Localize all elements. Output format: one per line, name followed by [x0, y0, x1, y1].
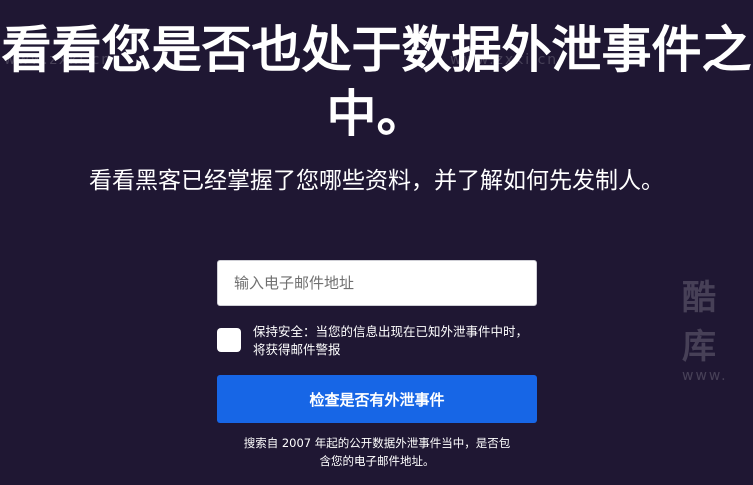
page-title: 看看您是否也处于数据外泄事件之中。: [1, 21, 752, 143]
alert-opt-in: 保持安全：当您的信息出现在已知外泄事件中时，将获得邮件警报: [217, 323, 537, 359]
watermark-text: www.: [682, 368, 728, 384]
alert-checkbox[interactable]: [217, 328, 241, 352]
breach-check-page: www.zxki.cn www.zxki.cn 酷库Blog 酷库 www. 看…: [0, 0, 753, 485]
watermark: 酷库 www.: [682, 270, 753, 384]
alert-checkbox-label[interactable]: 保持安全：当您的信息出现在已知外泄事件中时，将获得邮件警报: [253, 323, 537, 359]
email-input[interactable]: [217, 260, 537, 306]
watermark-brand: 酷库: [682, 278, 718, 367]
check-breach-button[interactable]: 检查是否有外泄事件: [217, 375, 537, 423]
page-subtitle: 看看黑客已经掌握了您哪些资料，并了解如何先发制人。: [89, 168, 664, 194]
search-footnote: 搜索自 2007 年起的公开数据外泄事件当中，是否包含您的电子邮件地址。: [243, 436, 511, 468]
